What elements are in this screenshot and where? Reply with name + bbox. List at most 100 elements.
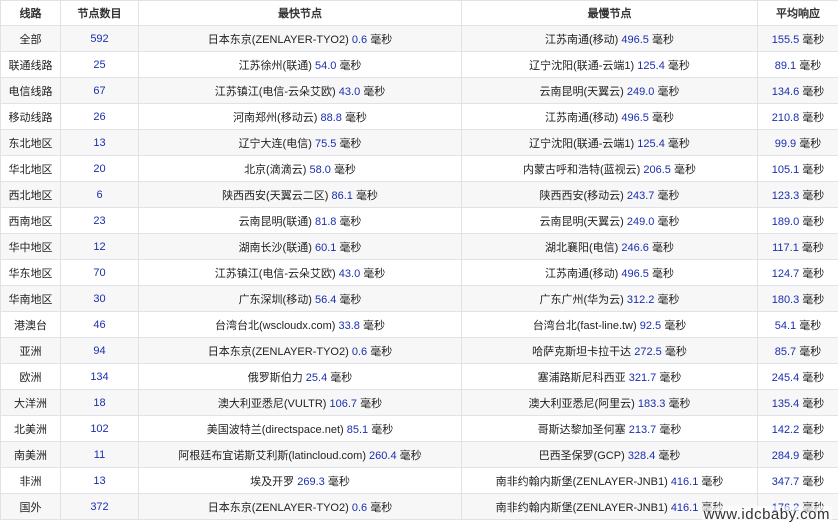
fastest-node-cell: 江苏镇江(电信-云朵艾欧) 43.0 毫秒 — [138, 77, 462, 104]
latency-unit: 毫秒 — [363, 267, 386, 280]
node-count-cell: 18 — [60, 389, 139, 416]
route-name: 华东地区 — [8, 267, 53, 280]
table-row: 电信线路 67 江苏镇江(电信-云朵艾欧) 43.0 毫秒 云南昆明(天翼云) 249… — [0, 77, 838, 104]
fastest-node-name: 广东深圳(移动) — [238, 293, 312, 306]
route-cell: 欧洲 — [0, 363, 61, 390]
slowest-node-cell: 云南昆明(天翼云) 249.0 毫秒 — [461, 207, 758, 234]
slowest-node-name: 广东广州(华为云) — [539, 293, 624, 306]
slowest-node-latency: 92.5 — [639, 319, 662, 332]
fastest-node-cell: 北京(滴滴云) 58.0 毫秒 — [138, 155, 462, 182]
route-name: 大洋洲 — [14, 397, 47, 410]
slowest-node-cell: 江苏南通(移动) 496.5 毫秒 — [461, 259, 758, 286]
latency-unit: 毫秒 — [371, 423, 394, 436]
route-cell: 西南地区 — [0, 207, 61, 234]
slowest-node-name: 陕西西安(移动云) — [539, 189, 624, 202]
slowest-node-cell: 内蒙古呼和浩特(蓝视云) 206.5 毫秒 — [461, 155, 758, 182]
node-count: 25 — [93, 58, 106, 71]
fastest-node-cell: 澳大利亚悉尼(VULTR) 106.7 毫秒 — [138, 389, 462, 416]
route-cell: 移动线路 — [0, 103, 61, 130]
fastest-node-name: 陕西西安(天翼云二区) — [222, 189, 329, 202]
fastest-node-cell: 广东深圳(移动) 56.4 毫秒 — [138, 285, 462, 312]
header-node-count[interactable]: 节点数目 — [60, 0, 139, 26]
slowest-node-name: 内蒙古呼和浩特(蓝视云) — [523, 163, 641, 176]
fastest-node-latency: 60.1 — [314, 241, 337, 254]
average-response-cell: 89.1 毫秒 — [757, 51, 838, 78]
slowest-node-latency: 272.5 — [634, 345, 662, 358]
slowest-node-latency: 246.6 — [621, 241, 649, 254]
route-cell: 全部 — [0, 25, 61, 52]
latency-unit: 毫秒 — [333, 163, 356, 176]
fastest-node-latency: 0.6 — [351, 501, 368, 514]
average-response-cell: 180.3 毫秒 — [757, 285, 838, 312]
latency-unit: 毫秒 — [339, 293, 362, 306]
average-response-cell: 99.9 毫秒 — [757, 129, 838, 156]
route-cell: 华东地区 — [0, 259, 61, 286]
fastest-node-name: 澳大利亚悉尼(VULTR) — [217, 397, 327, 410]
slowest-node-cell: 辽宁沈阳(联通-云端1) 125.4 毫秒 — [461, 129, 758, 156]
route-name: 华南地区 — [8, 293, 53, 306]
header-fastest-node[interactable]: 最快节点 — [138, 0, 462, 26]
slowest-node-name: 塞浦路斯尼科西亚 — [537, 371, 626, 384]
average-response: 347.7 — [771, 475, 800, 488]
slowest-node-cell: 云南昆明(天翼云) 249.0 毫秒 — [461, 77, 758, 104]
fastest-node-latency: 75.5 — [314, 137, 337, 150]
average-response: 189.0 — [771, 215, 800, 228]
route-name: 欧洲 — [19, 371, 42, 384]
slowest-node-latency: 125.4 — [637, 137, 665, 150]
fastest-node-name: 北京(滴滴云) — [244, 163, 307, 176]
latency-unit: 毫秒 — [799, 59, 822, 72]
slowest-node-cell: 台湾台北(fast-line.tw) 92.5 毫秒 — [461, 311, 758, 338]
node-count-cell: 6 — [60, 181, 139, 208]
latency-unit: 毫秒 — [399, 449, 422, 462]
latency-unit: 毫秒 — [339, 59, 362, 72]
fastest-node-cell: 阿根廷布宜诺斯艾利斯(latincloud.com) 260.4 毫秒 — [138, 441, 462, 468]
latency-unit: 毫秒 — [657, 215, 680, 228]
table-row: 南美洲 11 阿根廷布宜诺斯艾利斯(latincloud.com) 260.4 毫秒… — [0, 441, 838, 468]
node-count: 13 — [93, 474, 106, 487]
fastest-node-name: 埃及开罗 — [250, 475, 295, 488]
route-name: 东北地区 — [8, 137, 53, 150]
route-name: 西北地区 — [8, 189, 53, 202]
node-count-cell: 67 — [60, 77, 139, 104]
table-row: 华东地区 70 江苏镇江(电信-云朵艾欧) 43.0 毫秒 江苏南通(移动) 496.… — [0, 259, 838, 286]
header-average-response[interactable]: 平均响应 — [757, 0, 838, 26]
latency-unit: 毫秒 — [344, 111, 367, 124]
header-route[interactable]: 线路 — [0, 0, 61, 26]
table-row: 西南地区 23 云南昆明(联通) 81.8 毫秒 云南昆明(天翼云) 249.0 毫秒… — [0, 207, 838, 234]
slowest-node-cell: 哥斯达黎加圣何塞 213.7 毫秒 — [461, 415, 758, 442]
average-response-cell: 105.1 毫秒 — [757, 155, 838, 182]
latency-unit: 毫秒 — [799, 345, 822, 358]
latency-unit: 毫秒 — [360, 397, 383, 410]
slowest-node-latency: 496.5 — [621, 111, 649, 124]
latency-unit: 毫秒 — [664, 345, 687, 358]
route-cell: 南美洲 — [0, 441, 61, 468]
node-count: 30 — [93, 292, 106, 305]
fastest-node-name: 辽宁大连(电信) — [238, 137, 312, 150]
average-response-cell: 134.6 毫秒 — [757, 77, 838, 104]
node-count: 94 — [93, 344, 106, 357]
fastest-node-latency: 54.0 — [314, 59, 337, 72]
average-response: 117.1 — [772, 241, 799, 254]
slowest-node-name: 云南昆明(天翼云) — [539, 85, 624, 98]
table-row: 亚洲 94 日本东京(ZENLAYER-TYO2) 0.6 毫秒 哈萨克斯坦卡拉干达 … — [0, 337, 838, 364]
node-count: 46 — [93, 318, 106, 331]
latency-unit: 毫秒 — [802, 371, 825, 384]
average-response-cell: 117.1 毫秒 — [757, 233, 838, 260]
route-name: 移动线路 — [8, 111, 53, 124]
fastest-node-latency: 88.8 — [320, 111, 342, 124]
header-slowest-node[interactable]: 最慢节点 — [461, 0, 758, 26]
slowest-node-latency: 183.3 — [637, 397, 666, 410]
route-name: 亚洲 — [19, 345, 42, 358]
route-cell: 北美洲 — [0, 415, 61, 442]
latency-unit: 毫秒 — [330, 371, 353, 384]
slowest-node-cell: 广东广州(华为云) 312.2 毫秒 — [461, 285, 758, 312]
fastest-node-cell: 日本东京(ZENLAYER-TYO2) 0.6 毫秒 — [138, 25, 462, 52]
slowest-node-name: 云南昆明(天翼云) — [539, 215, 624, 228]
slowest-node-cell: 巴西圣保罗(GCP) 328.4 毫秒 — [461, 441, 758, 468]
route-name: 非洲 — [19, 475, 42, 488]
route-cell: 华中地区 — [0, 233, 61, 260]
route-cell: 电信线路 — [0, 77, 61, 104]
fastest-node-latency: 43.0 — [338, 267, 361, 280]
slowest-node-name: 巴西圣保罗(GCP) — [538, 449, 625, 462]
latency-unit: 毫秒 — [802, 163, 825, 176]
